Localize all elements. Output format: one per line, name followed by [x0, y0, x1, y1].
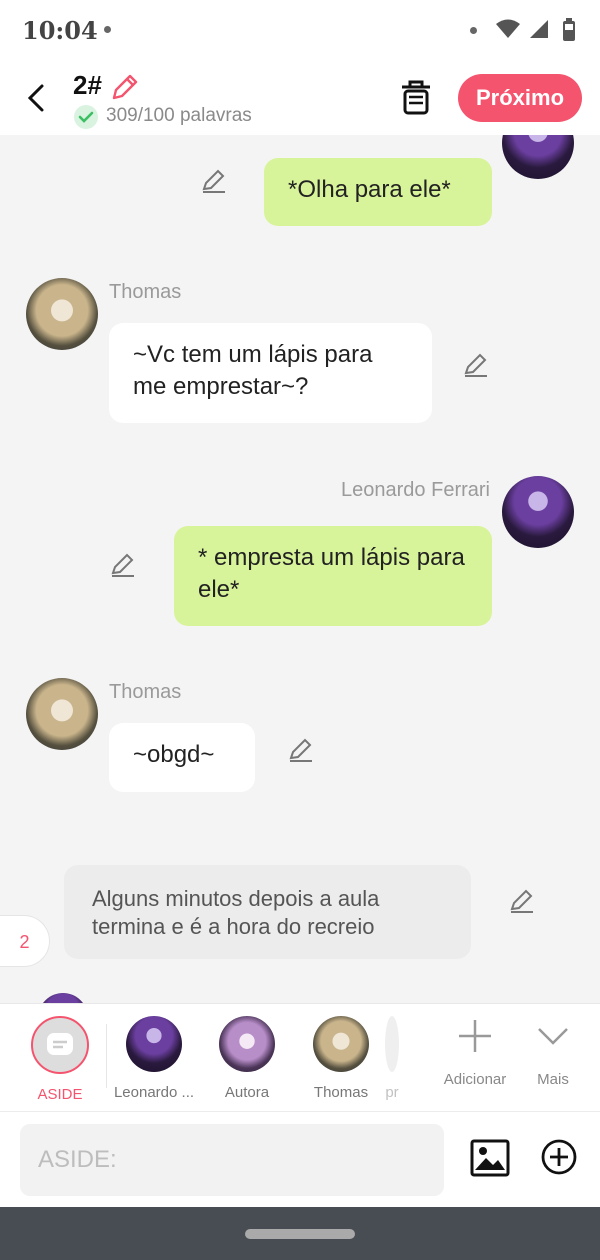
chevron-down-icon	[538, 1028, 568, 1045]
edit-message-pencil-icon[interactable]	[109, 551, 137, 579]
avatar-autora	[219, 1016, 275, 1072]
character-autora[interactable]: Autora	[202, 1016, 292, 1101]
home-handle[interactable]	[245, 1229, 355, 1239]
avatar-thomas[interactable]	[26, 278, 98, 350]
character-label: ASIDE	[37, 1086, 83, 1103]
status-dot-icon	[470, 27, 477, 34]
character-aside[interactable]: ASIDE	[15, 1016, 105, 1103]
edit-message-pencil-icon[interactable]	[287, 736, 315, 764]
add-label: Adicionar	[443, 1071, 507, 1088]
notification-dot-icon	[104, 26, 111, 33]
word-count: 309/100 palavras	[106, 105, 252, 126]
system-nav-bar	[0, 1207, 600, 1260]
next-button[interactable]: Próximo	[458, 74, 582, 122]
more-button[interactable]: Mais	[508, 1016, 598, 1088]
edit-message-pencil-icon[interactable]	[462, 351, 490, 379]
character-partial[interactable]: pr	[372, 1016, 412, 1101]
character-label: Leonardo ...	[113, 1084, 195, 1101]
aside-bubble[interactable]: Alguns minutos depois a aula termina e é…	[64, 865, 471, 959]
avatar-partial	[385, 1016, 399, 1072]
divider	[106, 1024, 107, 1088]
plus-icon	[459, 1020, 491, 1052]
edit-title-pencil-icon[interactable]	[110, 72, 140, 102]
add-circle-icon[interactable]	[540, 1138, 578, 1176]
add-character-button[interactable]: Adicionar	[430, 1016, 520, 1088]
message-bubble[interactable]: ~obgd~	[109, 723, 255, 792]
page-counter-badge[interactable]: 2	[0, 915, 50, 967]
message-bubble[interactable]: * empresta um lápis para ele*	[174, 526, 492, 626]
image-icon[interactable]	[470, 1138, 510, 1178]
editor-header: 2# 309/100 palavras Próximo	[0, 60, 600, 135]
signal-icon	[530, 20, 548, 38]
battery-icon	[563, 18, 575, 41]
sender-name: Thomas	[109, 681, 182, 703]
avatar-leonardo	[38, 993, 88, 1003]
character-label: Autora	[224, 1084, 270, 1101]
check-icon	[74, 105, 98, 129]
message-input[interactable]	[20, 1124, 444, 1196]
sender-name: Thomas	[109, 281, 182, 303]
chapter-title: 2#	[73, 70, 102, 100]
avatar-leonardo	[126, 1016, 182, 1072]
character-selector: ASIDE Leonardo ... Autora Thomas pr Adic…	[0, 1003, 600, 1111]
back-arrow-icon[interactable]	[22, 78, 52, 118]
character-label: pr	[385, 1084, 399, 1101]
message-bubble[interactable]: *Olha para ele*	[264, 158, 492, 226]
trash-icon[interactable]	[398, 78, 434, 116]
more-label: Mais	[537, 1071, 569, 1088]
wifi-icon	[496, 19, 520, 38]
character-leonardo[interactable]: Leonardo ...	[109, 1016, 199, 1101]
chat-area[interactable]: *Olha para ele* Thomas ~Vc tem um lápis …	[0, 135, 600, 1003]
avatar-thomas[interactable]	[26, 678, 98, 750]
aside-icon	[31, 1016, 89, 1074]
message-bubble[interactable]: ~Vc tem um lápis para me emprestar~?	[109, 323, 432, 423]
avatar-leonardo[interactable]	[502, 135, 574, 179]
input-row	[0, 1111, 600, 1207]
status-bar: 10:04	[0, 0, 600, 60]
avatar-thomas	[313, 1016, 369, 1072]
edit-message-pencil-icon[interactable]	[200, 167, 228, 195]
status-time: 10:04	[22, 16, 98, 45]
sender-name: Leonardo Ferrari	[341, 479, 490, 501]
edit-message-pencil-icon[interactable]	[508, 887, 536, 915]
avatar-leonardo[interactable]	[502, 476, 574, 548]
